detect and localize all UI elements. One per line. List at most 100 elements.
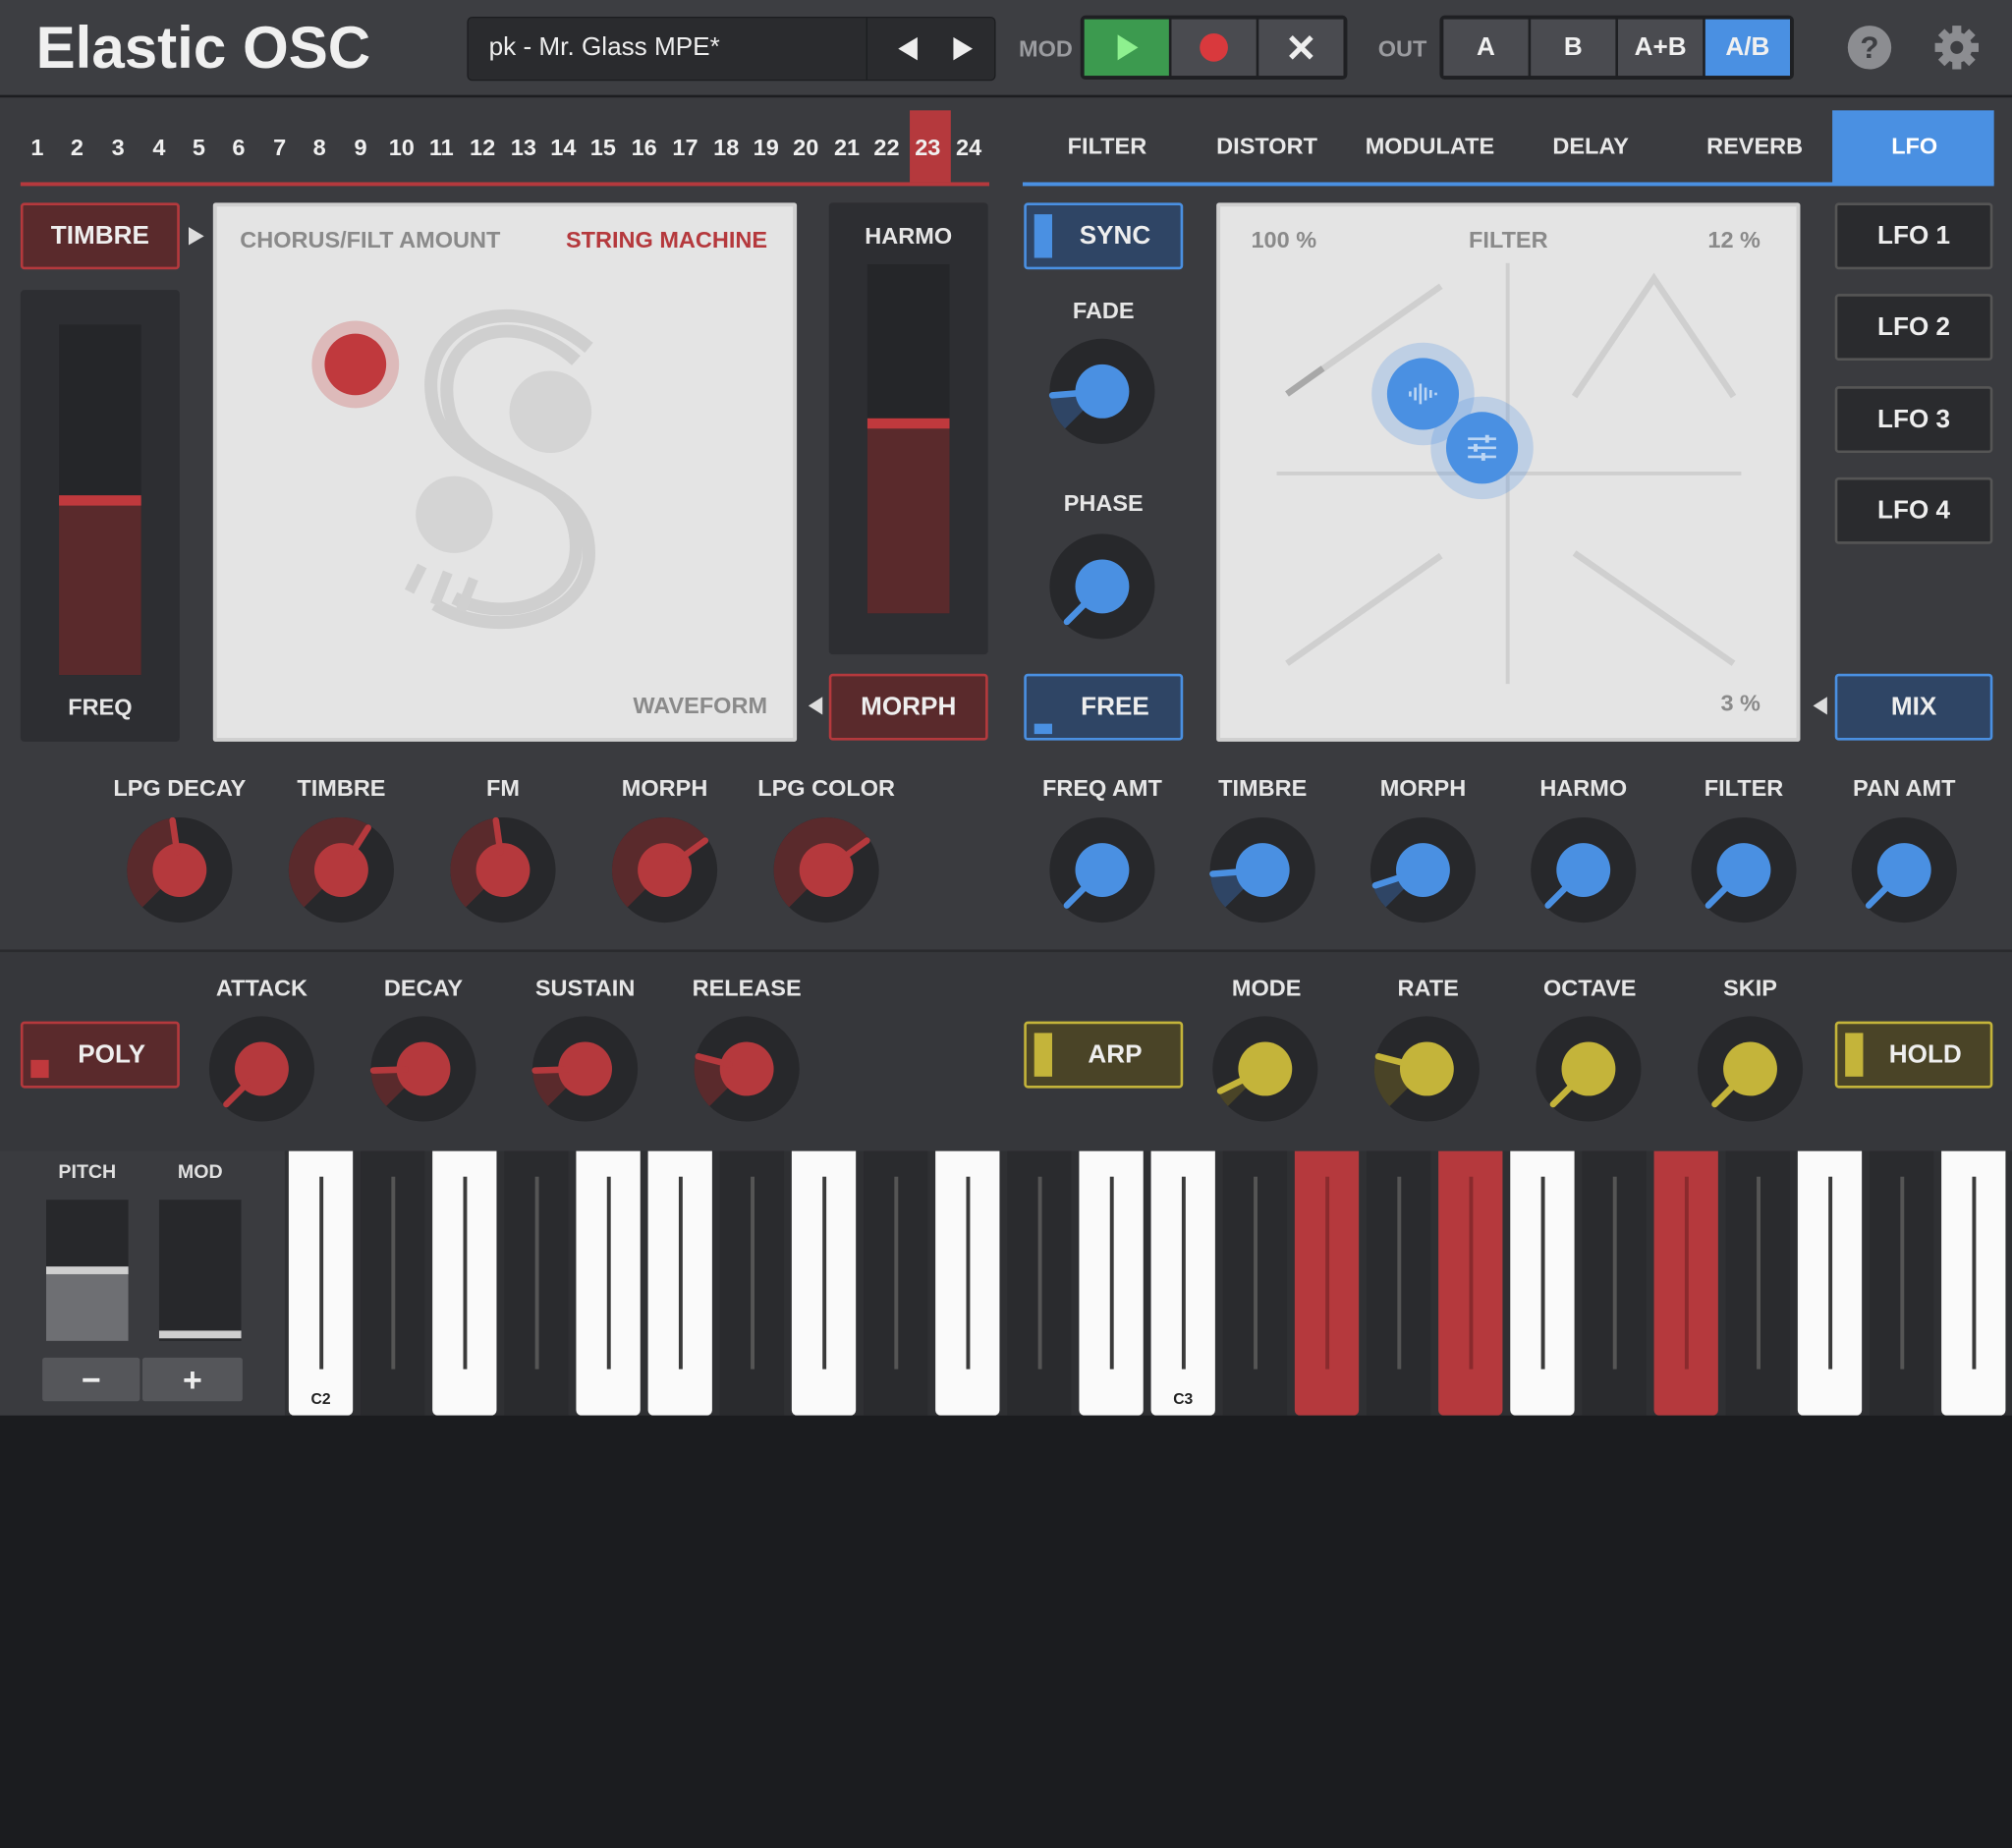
out-b-button[interactable]: B <box>1531 19 1616 77</box>
morph-button[interactable]: MORPH <box>828 673 988 741</box>
piano-key[interactable] <box>1294 1150 1360 1416</box>
fade-knob[interactable] <box>1032 321 1173 463</box>
release-knob[interactable] <box>676 998 817 1140</box>
piano-key[interactable] <box>864 1150 928 1416</box>
lfo-xy-pad[interactable]: 100 % FILTER 12 % 3 % <box>1216 202 1801 742</box>
pan-amt-knob[interactable] <box>1833 800 1975 941</box>
channel-21[interactable]: 21 <box>827 135 866 161</box>
arp-mode-knob[interactable] <box>1195 998 1336 1140</box>
channel-14[interactable]: 14 <box>544 135 583 161</box>
arp-rate-knob[interactable] <box>1357 998 1498 1140</box>
mod-filter-knob[interactable] <box>1673 800 1815 941</box>
help-icon[interactable]: ? <box>1845 24 1894 73</box>
free-button[interactable]: FREE <box>1024 673 1184 741</box>
osc-xy-handle[interactable] <box>324 333 387 396</box>
clear-button[interactable] <box>1258 19 1344 77</box>
decay-knob[interactable] <box>353 998 494 1140</box>
tab-modulate[interactable]: MODULATE <box>1366 134 1494 160</box>
piano-key[interactable] <box>361 1150 425 1416</box>
phase-knob[interactable] <box>1032 516 1173 657</box>
channel-3[interactable]: 3 <box>102 135 133 161</box>
piano-key[interactable] <box>1366 1150 1431 1416</box>
channel-16[interactable]: 16 <box>625 135 663 161</box>
channel-15[interactable]: 15 <box>584 135 622 161</box>
gear-icon[interactable] <box>1932 24 1982 73</box>
mod-morph-knob[interactable] <box>1353 800 1494 941</box>
octave-down-button[interactable]: − <box>42 1357 140 1402</box>
lfo-handle-2[interactable] <box>1445 412 1519 484</box>
channel-23[interactable]: 23 <box>909 135 947 161</box>
osc-morph-knob[interactable] <box>594 800 736 941</box>
channel-2[interactable]: 2 <box>62 135 92 161</box>
piano-key[interactable] <box>719 1150 785 1416</box>
record-button[interactable] <box>1171 19 1257 77</box>
piano-key[interactable]: C3 <box>1150 1150 1215 1416</box>
next-preset-icon[interactable] <box>938 30 989 67</box>
out-a-slash-b-button[interactable]: A/B <box>1705 19 1791 77</box>
previous-preset-icon[interactable] <box>881 30 932 67</box>
channel-13[interactable]: 13 <box>504 135 542 161</box>
channel-6[interactable]: 6 <box>223 135 253 161</box>
fm-knob[interactable] <box>432 800 574 941</box>
octave-up-button[interactable]: + <box>141 1357 243 1402</box>
piano-key[interactable] <box>1653 1150 1718 1416</box>
channel-1[interactable]: 1 <box>22 135 52 161</box>
poly-button[interactable]: POLY <box>20 1021 180 1089</box>
piano-key[interactable] <box>1007 1150 1072 1416</box>
out-a-button[interactable]: A <box>1443 19 1529 77</box>
tab-delay[interactable]: DELAY <box>1552 134 1629 160</box>
piano-key[interactable] <box>432 1150 497 1416</box>
osc-xy-pad[interactable]: CHORUS/FILT AMOUNT STRING MACHINE WAVEFO… <box>212 202 798 742</box>
tab-filter[interactable]: FILTER <box>1068 134 1147 160</box>
mix-button[interactable]: MIX <box>1834 673 1993 741</box>
tab-distort[interactable]: DISTORT <box>1216 134 1317 160</box>
harmo-slider-handle[interactable] <box>866 418 950 429</box>
piano-key[interactable] <box>504 1150 569 1416</box>
piano-key[interactable] <box>576 1150 641 1416</box>
piano-key[interactable] <box>1510 1150 1575 1416</box>
lfo-2-button[interactable]: LFO 2 <box>1834 294 1993 362</box>
pitch-wheel[interactable] <box>46 1200 129 1341</box>
piano-key[interactable] <box>1869 1150 1934 1416</box>
channel-8[interactable]: 8 <box>305 135 335 161</box>
lfo-4-button[interactable]: LFO 4 <box>1834 476 1993 544</box>
lpg-decay-knob[interactable] <box>109 800 251 941</box>
piano-key[interactable] <box>1941 1150 2006 1416</box>
hold-button[interactable]: HOLD <box>1834 1021 1993 1089</box>
piano-key[interactable] <box>935 1150 1000 1416</box>
channel-17[interactable]: 17 <box>666 135 704 161</box>
freq-amt-knob[interactable] <box>1032 800 1173 941</box>
channel-24[interactable]: 24 <box>950 135 988 161</box>
mod-timbre-knob[interactable] <box>1192 800 1333 941</box>
piano-key[interactable] <box>791 1150 857 1416</box>
preset-selector[interactable]: pk - Mr. Glass MPE* <box>467 16 996 82</box>
lpg-color-knob[interactable] <box>755 800 897 941</box>
piano-key[interactable] <box>1438 1150 1503 1416</box>
channel-11[interactable]: 11 <box>422 135 461 161</box>
out-a-plus-b-button[interactable]: A+B <box>1617 19 1704 77</box>
channel-22[interactable]: 22 <box>867 135 906 161</box>
channel-18[interactable]: 18 <box>707 135 746 161</box>
channel-5[interactable]: 5 <box>184 135 214 161</box>
play-button[interactable] <box>1084 19 1169 77</box>
channel-4[interactable]: 4 <box>143 135 174 161</box>
sustain-knob[interactable] <box>515 998 656 1140</box>
mod-harmo-knob[interactable] <box>1513 800 1654 941</box>
tab-lfo[interactable]: LFO <box>1891 134 1937 160</box>
pitch-wheel-handle[interactable] <box>46 1266 129 1274</box>
mod-wheel[interactable] <box>158 1200 242 1341</box>
piano-key[interactable] <box>1079 1150 1144 1416</box>
arp-octave-knob[interactable] <box>1518 998 1659 1140</box>
arp-button[interactable]: ARP <box>1024 1021 1184 1089</box>
piano-key[interactable] <box>1797 1150 1863 1416</box>
channel-7[interactable]: 7 <box>264 135 295 161</box>
channel-20[interactable]: 20 <box>787 135 825 161</box>
tab-reverb[interactable]: REVERB <box>1706 134 1803 160</box>
piano-key[interactable] <box>1725 1150 1791 1416</box>
timbre-button[interactable]: TIMBRE <box>20 202 180 270</box>
channel-9[interactable]: 9 <box>345 135 375 161</box>
freq-slider-handle[interactable] <box>59 495 141 506</box>
sync-button[interactable]: SYNC <box>1024 202 1184 270</box>
piano-key[interactable]: C2 <box>288 1150 354 1416</box>
attack-knob[interactable] <box>192 998 333 1140</box>
